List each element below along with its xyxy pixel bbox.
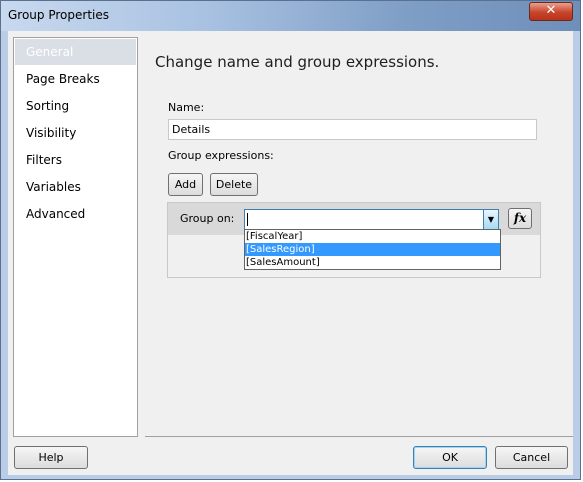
- dropdown-option-sales-amount[interactable]: [SalesAmount]: [245, 256, 500, 269]
- sidebar-item-advanced[interactable]: Advanced: [15, 201, 136, 227]
- sidebar-item-variables[interactable]: Variables: [15, 174, 136, 200]
- text-caret: [247, 213, 248, 226]
- fx-icon: fx: [513, 211, 527, 225]
- sidebar-item-filters[interactable]: Filters: [15, 147, 136, 173]
- window-frame-left: [1, 31, 8, 475]
- ok-button[interactable]: OK: [413, 446, 487, 469]
- group-expressions-label: Group expressions:: [168, 149, 274, 162]
- group-properties-dialog: Group Properties ✕ General Page Breaks S…: [0, 0, 581, 480]
- help-button[interactable]: Help: [14, 446, 88, 469]
- dropdown-arrow-button[interactable]: ▼: [483, 210, 498, 229]
- window-frame-right: [573, 31, 580, 475]
- group-on-label: Group on:: [180, 212, 235, 225]
- sidebar-item-visibility[interactable]: Visibility: [15, 120, 136, 146]
- dropdown-option-sales-region[interactable]: [SalesRegion]: [245, 243, 500, 256]
- window-title: Group Properties: [8, 8, 109, 22]
- sidebar-item-page-breaks[interactable]: Page Breaks: [15, 66, 136, 92]
- dropdown-option-fiscal-year[interactable]: [FiscalYear]: [245, 230, 500, 243]
- sidebar-nav: General Page Breaks Sorting Visibility F…: [13, 37, 138, 437]
- delete-button[interactable]: Delete: [210, 173, 258, 196]
- chevron-down-icon: ▼: [487, 215, 495, 224]
- close-icon: ✕: [545, 3, 557, 18]
- name-input[interactable]: Details: [168, 119, 537, 140]
- group-on-dropdown-list: [FiscalYear] [SalesRegion] [SalesAmount]: [244, 229, 501, 270]
- dialog-content: General Page Breaks Sorting Visibility F…: [8, 31, 573, 475]
- group-on-combobox[interactable]: ▼: [244, 209, 499, 230]
- sidebar-item-sorting[interactable]: Sorting: [15, 93, 136, 119]
- sidebar-item-general[interactable]: General: [15, 39, 136, 65]
- expression-builder-button[interactable]: fx: [508, 208, 532, 229]
- title-bar[interactable]: Group Properties ✕: [1, 1, 580, 31]
- page-heading: Change name and group expressions.: [155, 53, 440, 71]
- close-button[interactable]: ✕: [529, 2, 573, 21]
- footer-divider: [145, 436, 573, 437]
- name-label: Name:: [168, 101, 205, 114]
- add-button[interactable]: Add: [168, 173, 203, 196]
- cancel-button[interactable]: Cancel: [495, 446, 568, 469]
